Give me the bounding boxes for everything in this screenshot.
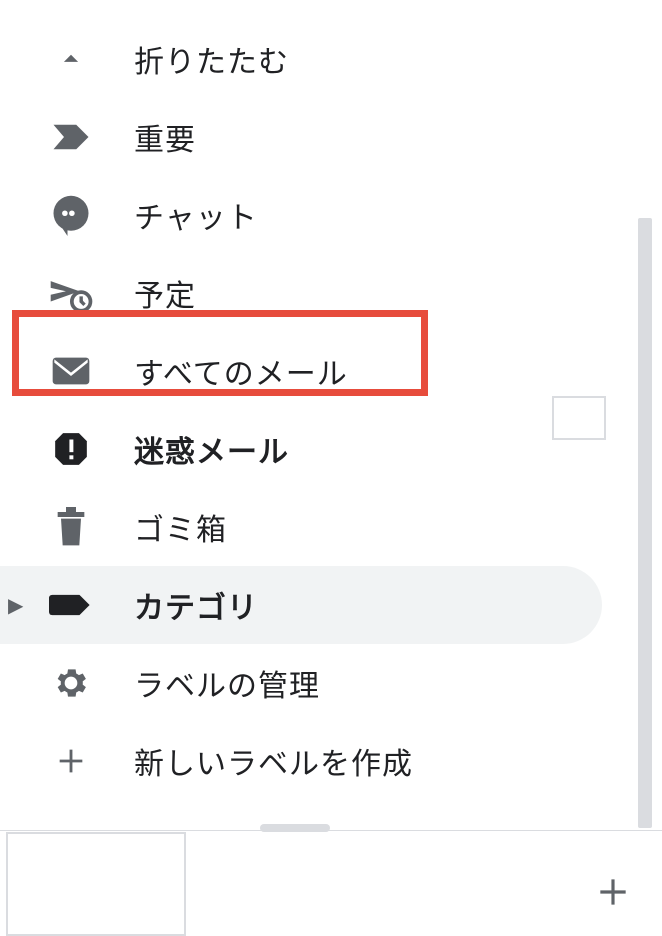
chevron-up-icon bbox=[48, 42, 94, 76]
chat-icon bbox=[48, 194, 94, 236]
sidebar-item-label: 新しいラベルを作成 bbox=[134, 739, 413, 783]
trash-icon bbox=[48, 507, 94, 547]
sidebar-item-create-label[interactable]: 新しいラベルを作成 bbox=[0, 722, 662, 800]
sidebar-item-manage-labels[interactable]: ラベルの管理 bbox=[0, 644, 662, 722]
sidebar-item-label: ラベルの管理 bbox=[134, 661, 320, 705]
sidebar-item-label: 重要 bbox=[134, 115, 196, 159]
add-button[interactable] bbox=[594, 873, 632, 911]
sidebar-item-label: 予定 bbox=[134, 271, 196, 315]
sidebar-item-label: カテゴリ bbox=[134, 583, 258, 627]
sidebar-item-scheduled[interactable]: 予定 bbox=[0, 254, 662, 332]
sidebar-item-trash[interactable]: ゴミ箱 bbox=[0, 488, 662, 566]
chevron-right-icon: ▶ bbox=[8, 593, 23, 617]
label-icon bbox=[48, 590, 94, 620]
sidebar-item-label: ゴミ箱 bbox=[134, 505, 227, 549]
gear-icon bbox=[48, 664, 94, 702]
scheduled-icon bbox=[48, 274, 94, 312]
mail-icon bbox=[48, 355, 94, 387]
spam-icon bbox=[48, 430, 94, 468]
sidebar-item-chat[interactable]: チャット bbox=[0, 176, 662, 254]
sidebar-item-label: 迷惑メール bbox=[134, 427, 289, 471]
spam-count-badge bbox=[552, 396, 606, 440]
sidebar-item-categories[interactable]: ▶ カテゴリ bbox=[0, 566, 602, 644]
important-icon bbox=[48, 123, 94, 151]
sidebar-item-label: すべてのメール bbox=[134, 349, 348, 393]
sidebar-item-collapse[interactable]: 折りたたむ bbox=[0, 20, 662, 98]
sidebar-item-important[interactable]: 重要 bbox=[0, 98, 662, 176]
hangouts-panel[interactable] bbox=[6, 832, 186, 936]
scrollbar[interactable] bbox=[638, 218, 652, 828]
sidebar-item-label: チャット bbox=[134, 193, 258, 237]
sidebar-item-label: 折りたたむ bbox=[134, 37, 289, 81]
divider bbox=[0, 830, 662, 831]
plus-icon bbox=[48, 744, 94, 778]
